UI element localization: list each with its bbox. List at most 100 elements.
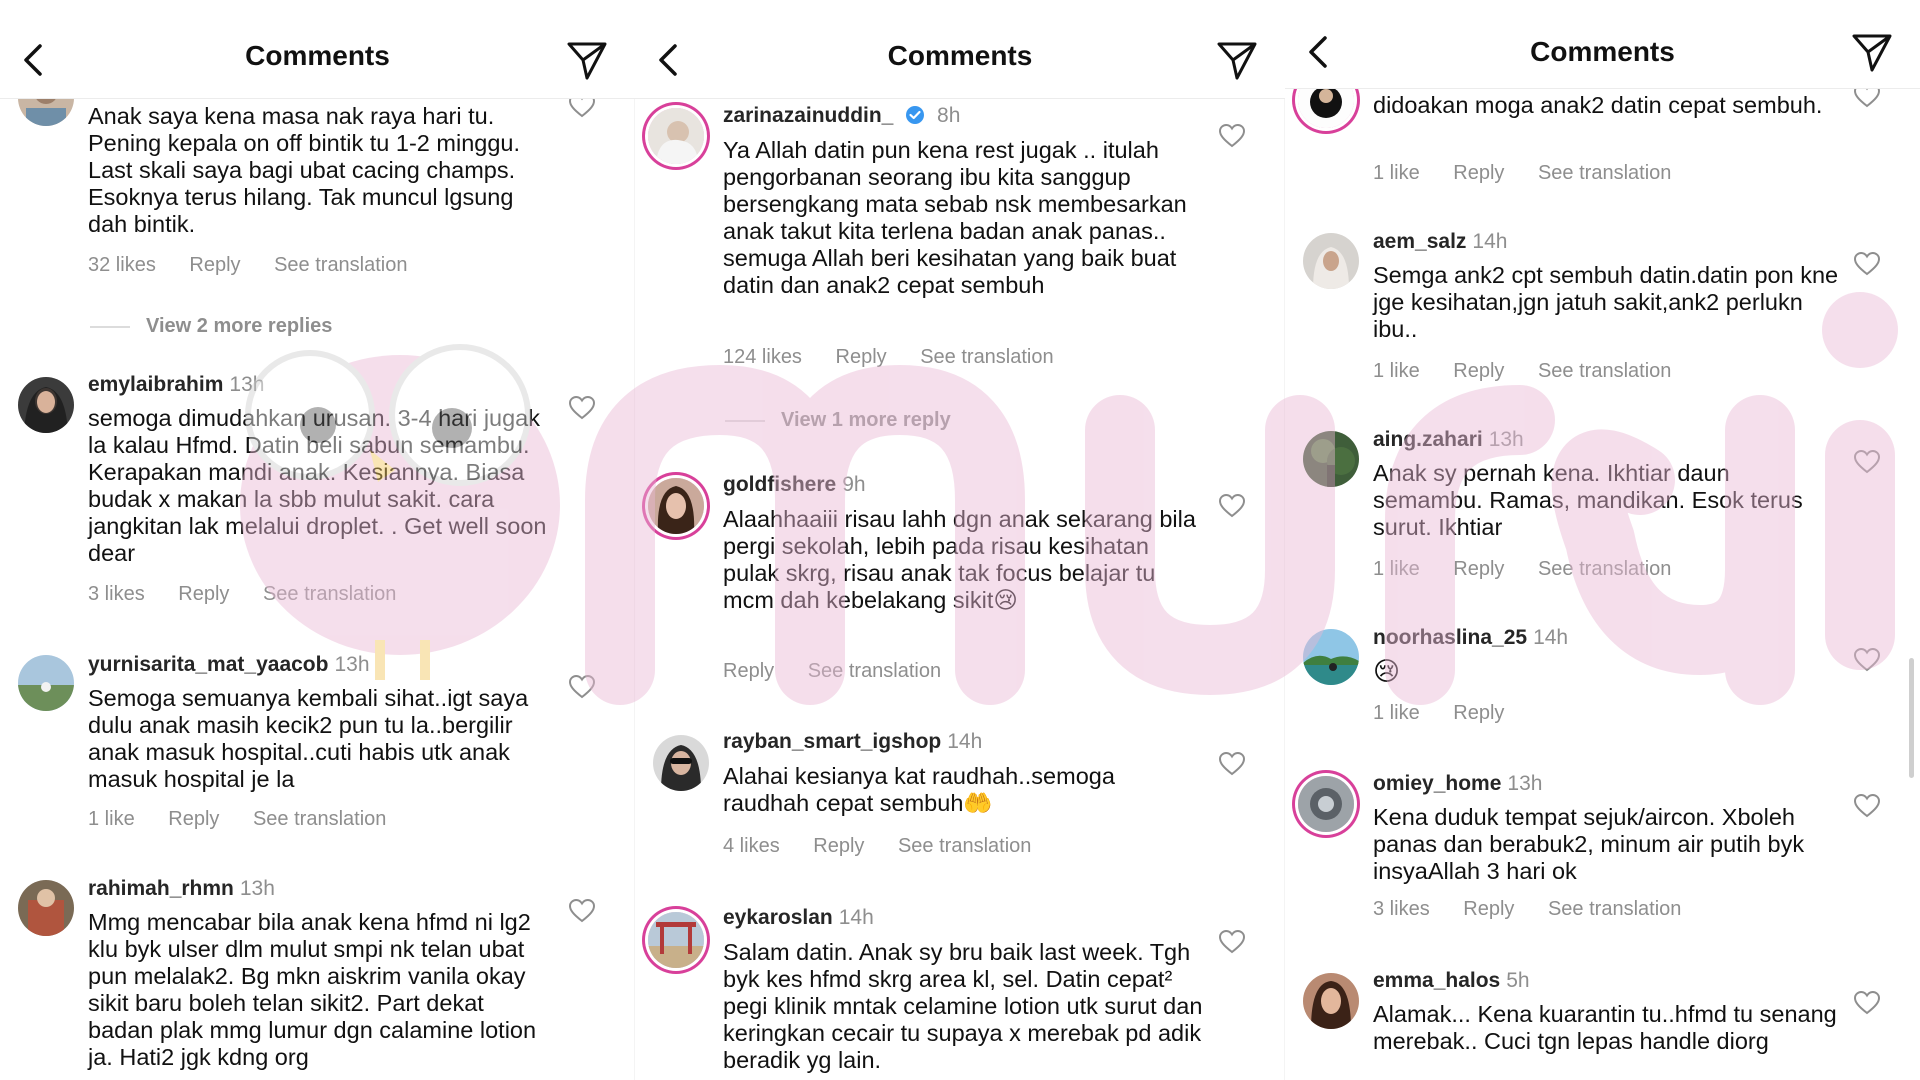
avatar[interactable]	[1303, 973, 1359, 1029]
heart-outline-icon[interactable]	[1854, 794, 1880, 818]
comment-text: Semoga semuanya kembali sihat..igt saya …	[88, 685, 529, 792]
timestamp: 14h	[1472, 230, 1508, 253]
avatar[interactable]	[18, 880, 74, 936]
avatar[interactable]	[648, 108, 704, 164]
reply-button[interactable]: Reply	[178, 583, 229, 605]
comment-meta: emylaibrahim 13h	[88, 373, 545, 397]
comment-text: Semga ank2 cpt sembuh datin.datin pon kn…	[1373, 262, 1839, 342]
reply-button[interactable]: Reply	[1453, 558, 1504, 580]
comment-text: Alaahhaaiii risau lahh dgn anak sekarang…	[723, 506, 1196, 613]
comment-text: Alahai kesianya kat raudhah..semoga raud…	[723, 763, 1115, 816]
avatar[interactable]	[1303, 431, 1359, 487]
comment-text: Kena duduk tempat sejuk/aircon. Xboleh p…	[1373, 804, 1805, 884]
paper-plane-icon[interactable]	[1850, 30, 1894, 74]
comment-meta: aem_salz 14h	[1373, 230, 1830, 254]
username-link[interactable]: omiey_home	[1373, 772, 1501, 795]
timestamp: 5h	[1506, 969, 1530, 992]
likes-count[interactable]: 32 likes	[88, 254, 156, 276]
reply-button[interactable]: Reply	[1453, 360, 1504, 382]
likes-count[interactable]: 1 like	[88, 808, 135, 830]
heart-outline-icon[interactable]	[1219, 494, 1245, 518]
comment-text: Mmg mencabar bila anak kena hfmd ni lg2 …	[88, 909, 537, 1070]
see-translation-link[interactable]: See translation	[898, 835, 1031, 857]
view-more-replies-button[interactable]: View 1 more reply	[725, 409, 951, 432]
see-translation-link[interactable]: See translation	[1548, 898, 1681, 920]
comment-actions: Reply See translation	[723, 660, 969, 683]
comment-meta: omiey_home 13h	[1373, 772, 1830, 796]
likes-count[interactable]: 1 like	[1373, 558, 1420, 580]
reply-button[interactable]: Reply	[189, 254, 240, 276]
view-more-replies-label: View 2 more replies	[146, 315, 333, 337]
likes-count[interactable]: 3 likes	[88, 583, 145, 605]
see-translation-link[interactable]: See translation	[1538, 558, 1671, 580]
heart-outline-icon[interactable]	[1854, 252, 1880, 276]
comment-meta: emma_halos 5h	[1373, 969, 1830, 993]
reply-button[interactable]: Reply	[1463, 898, 1514, 920]
avatar[interactable]	[648, 478, 704, 534]
see-translation-link[interactable]: See translation	[1538, 360, 1671, 382]
username-link[interactable]: zarinazainuddin_	[723, 104, 893, 127]
timestamp: 13h	[229, 373, 265, 396]
avatar[interactable]	[653, 735, 709, 791]
comment-meta: noorhaslina_25 14h	[1373, 626, 1830, 650]
reply-button[interactable]: Reply	[1453, 702, 1504, 724]
see-translation-link[interactable]: See translation	[263, 583, 396, 605]
comments-header: Comments	[1285, 0, 1920, 89]
see-translation-link[interactable]: See translation	[274, 254, 407, 276]
likes-count[interactable]: 1 like	[1373, 162, 1420, 184]
comments-header: Comments	[635, 0, 1285, 99]
paper-plane-icon[interactable]	[1215, 38, 1259, 82]
heart-outline-icon[interactable]	[1219, 124, 1245, 148]
comment-actions: 3 likes Reply See translation	[88, 583, 424, 606]
reply-button[interactable]: Reply	[723, 660, 774, 682]
view-more-replies-button[interactable]: View 2 more replies	[90, 315, 332, 338]
username-link[interactable]: eykaroslan	[723, 906, 833, 929]
avatar[interactable]	[18, 377, 74, 433]
reply-button[interactable]: Reply	[813, 835, 864, 857]
likes-count[interactable]: 1 like	[1373, 702, 1420, 724]
likes-count[interactable]: 1 like	[1373, 360, 1420, 382]
username-link[interactable]: goldfishere	[723, 473, 836, 496]
scrollbar[interactable]	[1909, 658, 1914, 778]
comment-actions: 1 like Reply See translation	[1373, 162, 1699, 185]
heart-outline-icon[interactable]	[1854, 991, 1880, 1015]
heart-outline-icon[interactable]	[1219, 752, 1245, 776]
see-translation-link[interactable]: See translation	[253, 808, 386, 830]
comment-meta: eykaroslan 14h	[723, 906, 1195, 930]
username-link[interactable]: yurnisarita_mat_yaacob	[88, 653, 328, 676]
heart-outline-icon[interactable]	[569, 899, 595, 923]
timestamp: 8h	[937, 104, 961, 127]
likes-count[interactable]: 124 likes	[723, 346, 802, 368]
comment-meta: aing.zahari 13h	[1373, 428, 1830, 452]
username-link[interactable]: aing.zahari	[1373, 428, 1483, 451]
avatar[interactable]	[18, 655, 74, 711]
likes-count[interactable]: 4 likes	[723, 835, 780, 857]
username-link[interactable]: aem_salz	[1373, 230, 1466, 253]
heart-outline-icon[interactable]	[569, 396, 595, 420]
comment-meta: yurnisarita_mat_yaacob 13h	[88, 653, 545, 677]
username-link[interactable]: rahimah_rhmn	[88, 877, 234, 900]
paper-plane-icon[interactable]	[565, 38, 609, 82]
heart-outline-icon[interactable]	[569, 675, 595, 699]
avatar[interactable]	[1303, 233, 1359, 289]
see-translation-link[interactable]: See translation	[808, 660, 941, 682]
avatar[interactable]	[1303, 629, 1359, 685]
username-link[interactable]: noorhaslina_25	[1373, 626, 1527, 649]
reply-button[interactable]: Reply	[836, 346, 887, 368]
see-translation-link[interactable]: See translation	[920, 346, 1053, 368]
heart-outline-icon[interactable]	[1219, 930, 1245, 954]
view-more-replies-label: View 1 more reply	[781, 409, 951, 431]
username-link[interactable]: rayban_smart_igshop	[723, 730, 941, 753]
avatar[interactable]	[1298, 776, 1354, 832]
reply-button[interactable]: Reply	[168, 808, 219, 830]
username-link[interactable]: emylaibrahim	[88, 373, 223, 396]
timestamp: 13h	[334, 653, 370, 676]
reply-button[interactable]: Reply	[1453, 162, 1504, 184]
comment-actions: 124 likes Reply See translation	[723, 346, 1082, 369]
heart-outline-icon[interactable]	[1854, 450, 1880, 474]
heart-outline-icon[interactable]	[1854, 648, 1880, 672]
avatar[interactable]	[648, 912, 704, 968]
likes-count[interactable]: 3 likes	[1373, 898, 1430, 920]
see-translation-link[interactable]: See translation	[1538, 162, 1671, 184]
username-link[interactable]: emma_halos	[1373, 969, 1500, 992]
